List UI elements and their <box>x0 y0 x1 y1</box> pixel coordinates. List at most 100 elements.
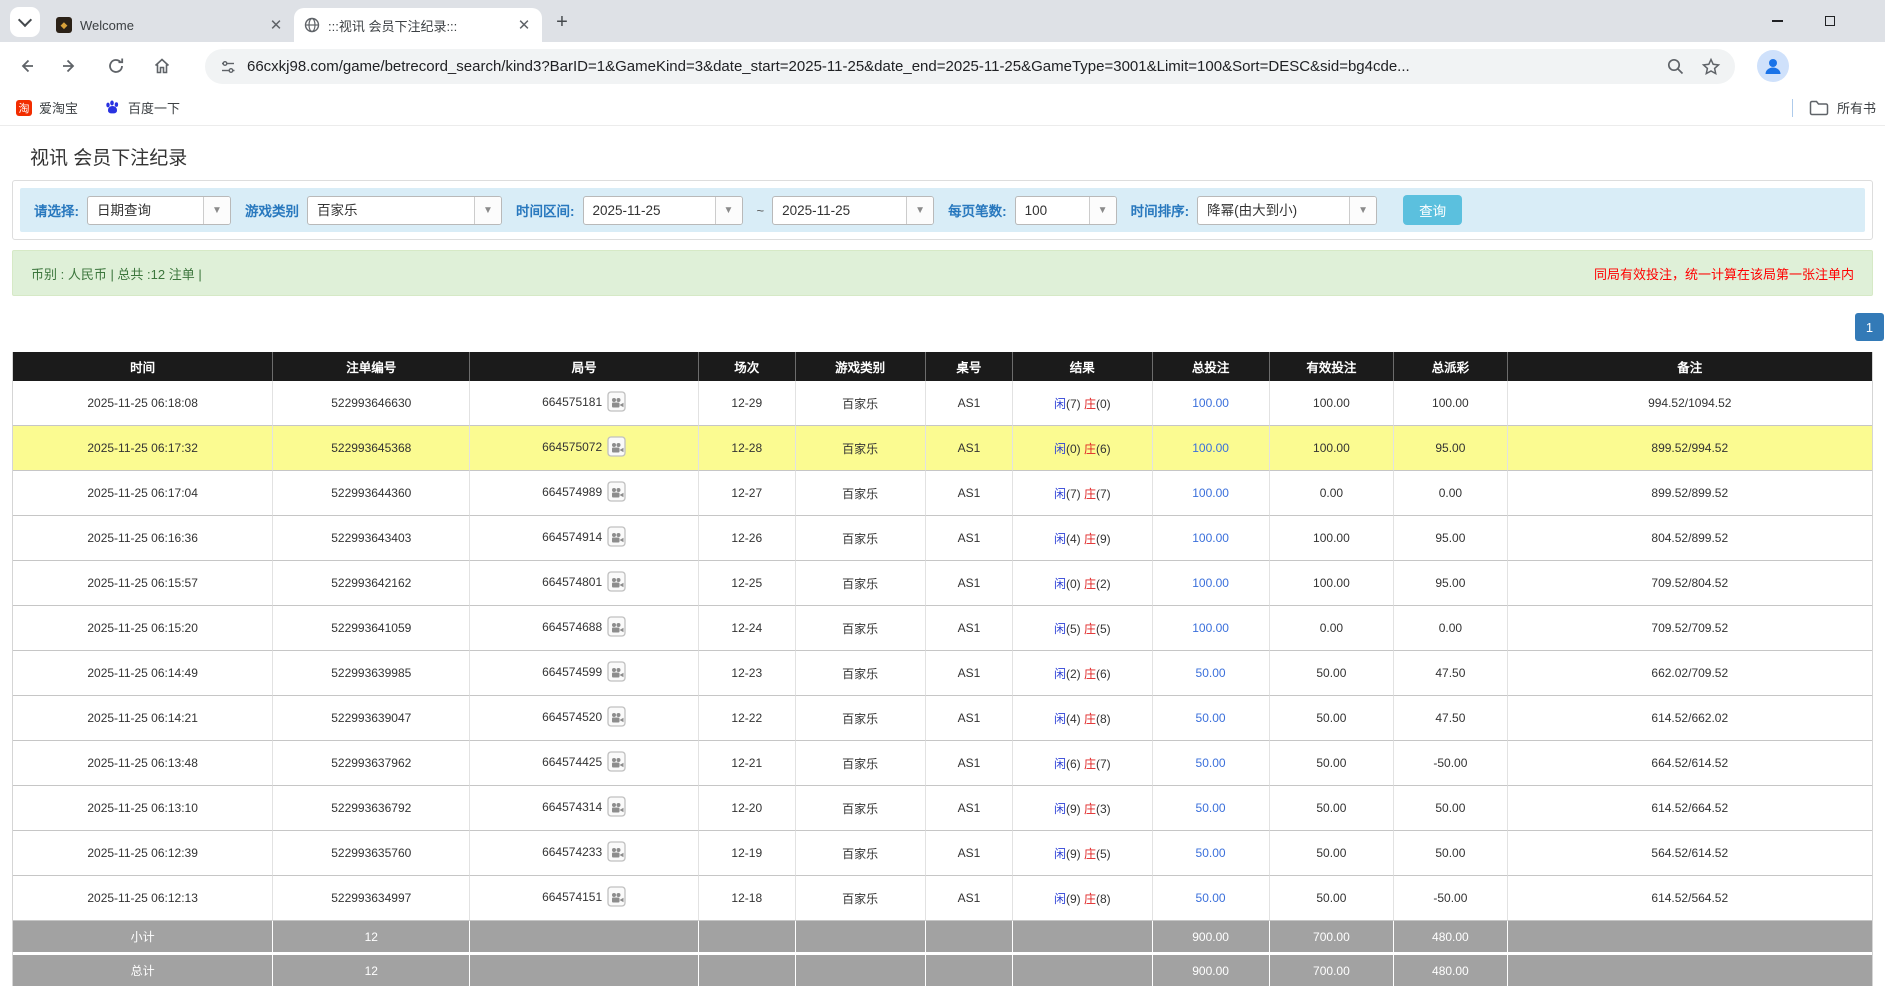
video-replay-icon[interactable] <box>607 481 626 505</box>
cell-total-bet[interactable]: 100.00 <box>1153 516 1270 561</box>
forward-button[interactable] <box>54 50 86 82</box>
cell-payout: 100.00 <box>1394 381 1507 426</box>
tab-close-button[interactable]: ✕ <box>516 17 532 33</box>
maximize-button[interactable] <box>1807 0 1853 42</box>
cell-total-bet[interactable]: 50.00 <box>1153 651 1270 696</box>
cell-time: 2025-11-25 06:12:13 <box>13 876 273 921</box>
cell-total-bet[interactable]: 100.00 <box>1153 381 1270 426</box>
cell-game-type: 百家乐 <box>796 741 926 786</box>
date-query-select[interactable]: 日期查询 ▼ <box>87 196 231 225</box>
back-button[interactable] <box>10 50 42 82</box>
video-replay-icon[interactable] <box>607 571 626 595</box>
cell-total-bet[interactable]: 100.00 <box>1153 561 1270 606</box>
video-replay-icon[interactable] <box>607 841 626 865</box>
total-bet-link: 50.00 <box>1196 801 1226 815</box>
cell-session: 12-27 <box>699 471 796 516</box>
cell-result: 闲(2) 庄(6) <box>1013 651 1152 696</box>
date-start-select[interactable]: 2025-11-25 ▼ <box>583 196 743 225</box>
cell-payout: -50.00 <box>1394 741 1507 786</box>
column-header: 总派彩 <box>1394 352 1507 381</box>
refresh-button[interactable] <box>100 50 132 82</box>
sort-value: 降幂(由大到小) <box>1198 197 1349 224</box>
total-bet-link: 50.00 <box>1196 846 1226 860</box>
total-bet-link: 100.00 <box>1192 486 1229 500</box>
video-replay-icon[interactable] <box>607 661 626 685</box>
tab-close-button[interactable]: ✕ <box>268 17 284 33</box>
video-replay-icon[interactable] <box>607 751 626 775</box>
cell-total-bet[interactable]: 50.00 <box>1153 831 1270 876</box>
table-row: 2025-11-25 06:17:32 522993645368 6645750… <box>13 426 1872 471</box>
cell-note: 564.52/614.52 <box>1508 831 1872 876</box>
per-page-value: 100 <box>1016 197 1089 224</box>
video-replay-icon[interactable] <box>607 706 626 730</box>
cell-payout: 47.50 <box>1394 651 1507 696</box>
minimize-button[interactable] <box>1754 0 1800 42</box>
date-range-tilde: ~ <box>757 203 765 218</box>
tab-search-button[interactable] <box>10 7 40 37</box>
video-replay-icon[interactable] <box>607 886 626 910</box>
chevron-down-icon: ▼ <box>906 197 933 224</box>
tab-title: :::视讯 会员下注纪录::: <box>328 16 508 35</box>
column-header: 备注 <box>1508 352 1872 381</box>
home-button[interactable] <box>146 50 178 82</box>
cell-total-bet[interactable]: 100.00 <box>1153 606 1270 651</box>
cell-round-number: 664575181 <box>470 381 699 426</box>
cell-session: 12-29 <box>699 381 796 426</box>
search-button[interactable]: 查询 <box>1403 195 1462 225</box>
chevron-down-icon: ▼ <box>474 197 501 224</box>
welcome-favicon-icon: ◆ <box>56 17 72 33</box>
zoom-button[interactable] <box>1666 57 1685 76</box>
select-label: 请选择: <box>34 200 79 220</box>
cell-total-bet[interactable]: 50.00 <box>1153 786 1270 831</box>
date-end-value: 2025-11-25 <box>773 197 906 224</box>
pagination-page-1[interactable]: 1 <box>1855 313 1884 341</box>
per-page-select[interactable]: 100 ▼ <box>1015 196 1117 225</box>
cell-time: 2025-11-25 06:16:36 <box>13 516 273 561</box>
cell-time: 2025-11-25 06:15:20 <box>13 606 273 651</box>
cell-total-bet[interactable]: 100.00 <box>1153 426 1270 471</box>
cell-round-number: 664575072 <box>470 426 699 471</box>
cell-round-number: 664574599 <box>470 651 699 696</box>
video-replay-icon[interactable] <box>607 436 626 460</box>
total-row: 总计 12 900.00 700.00 480.00 <box>13 955 1872 986</box>
sort-select[interactable]: 降幂(由大到小) ▼ <box>1197 196 1377 225</box>
cell-note: 994.52/1094.52 <box>1508 381 1872 426</box>
taobao-icon: 淘 <box>16 100 32 116</box>
browser-tab-betrecord[interactable]: :::视讯 会员下注纪录::: ✕ <box>294 8 542 42</box>
cell-session: 12-21 <box>699 741 796 786</box>
profile-avatar[interactable] <box>1757 50 1789 82</box>
video-replay-icon[interactable] <box>607 391 626 415</box>
cell-note: 899.52/899.52 <box>1508 471 1872 516</box>
cell-bet-number: 522993644360 <box>273 471 470 516</box>
video-replay-icon[interactable] <box>607 526 626 550</box>
cell-valid-bet: 50.00 <box>1270 786 1395 831</box>
video-replay-icon[interactable] <box>607 616 626 640</box>
cell-total-bet[interactable]: 100.00 <box>1153 471 1270 516</box>
cell-valid-bet: 50.00 <box>1270 831 1395 876</box>
cell-round-number: 664574314 <box>470 786 699 831</box>
bookmark-taobao[interactable]: 淘 爱淘宝 <box>16 98 78 117</box>
table-row: 2025-11-25 06:13:48 522993637962 6645744… <box>13 741 1872 786</box>
date-end-select[interactable]: 2025-11-25 ▼ <box>772 196 934 225</box>
cell-valid-bet: 100.00 <box>1270 381 1395 426</box>
video-replay-icon[interactable] <box>607 796 626 820</box>
sort-label: 时间排序: <box>1131 200 1190 220</box>
cell-total-bet[interactable]: 50.00 <box>1153 741 1270 786</box>
cell-total-bet[interactable]: 50.00 <box>1153 876 1270 921</box>
cell-valid-bet: 100.00 <box>1270 426 1395 471</box>
cell-table-number: AS1 <box>926 786 1013 831</box>
new-tab-button[interactable]: + <box>550 10 574 34</box>
url-bar[interactable]: 66cxkj98.com/game/betrecord_search/kind3… <box>205 49 1735 84</box>
game-type-select[interactable]: 百家乐 ▼ <box>307 196 502 225</box>
cell-total-bet[interactable]: 50.00 <box>1153 696 1270 741</box>
all-bookmarks-button[interactable]: 所有书 <box>1792 90 1885 125</box>
footer-payout: 480.00 <box>1394 955 1507 986</box>
browser-tab-welcome[interactable]: ◆ Welcome ✕ <box>46 8 294 42</box>
plus-icon: + <box>556 11 568 34</box>
bookmark-baidu[interactable]: 百度一下 <box>104 98 180 117</box>
cell-valid-bet: 0.00 <box>1270 471 1395 516</box>
footer-total-bet: 900.00 <box>1153 921 1270 952</box>
table-row: 2025-11-25 06:14:21 522993639047 6645745… <box>13 696 1872 741</box>
cell-bet-number: 522993646630 <box>273 381 470 426</box>
bookmark-star-button[interactable] <box>1701 57 1721 77</box>
